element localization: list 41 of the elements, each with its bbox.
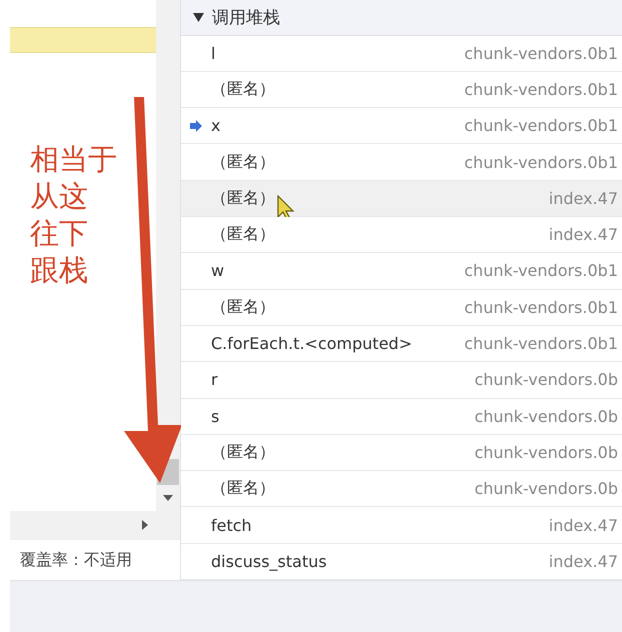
frame-name: （匿名） [211,224,275,246]
frame-name: （匿名） [211,78,275,100]
frame-name: （匿名） [211,188,275,209]
frame-location[interactable]: chunk-vendors.0b [464,442,622,462]
frame-location[interactable]: chunk-vendors.0b1 [454,334,622,354]
frame-name: s [211,406,220,426]
frame-name: l [211,44,216,63]
stack-frame[interactable]: discuss_status index.47 [181,544,622,580]
frame-location[interactable]: chunk-vendors.0b1 [454,44,622,63]
stack-frame[interactable]: s chunk-vendors.0b [181,398,622,435]
scroll-right-icon[interactable] [142,520,148,530]
stack-frame[interactable]: （匿名） index.47 [181,217,622,254]
frame-name: r [211,370,218,390]
frame-name: w [211,261,224,280]
expand-icon [193,12,204,22]
frame-name: discuss_status [211,552,327,571]
frame-location[interactable]: chunk-vendors.0b [464,370,622,390]
frame-name: （匿名） [211,478,275,500]
frame-name: （匿名） [211,296,275,318]
frame-location[interactable]: chunk-vendors.0b1 [454,298,622,317]
frame-location[interactable]: chunk-vendors.0b1 [454,261,622,280]
frame-location[interactable]: chunk-vendors.0b1 [454,152,622,172]
vertical-scrollbar[interactable] [156,0,180,511]
frame-location[interactable]: chunk-vendors.0b1 [454,116,622,136]
frame-location[interactable]: chunk-vendors.0b [464,479,622,498]
call-stack-header[interactable]: 调用堆栈 [181,0,622,36]
annotation-text: 相当于 从这 往下 跟栈 [30,141,118,289]
stack-frame[interactable]: （匿名） chunk-vendors.0b1 [181,290,622,326]
frame-name: （匿名） [211,152,275,173]
horizontal-scrollbar[interactable] [10,511,180,539]
scroll-down-icon[interactable] [163,495,173,501]
frame-name: x [211,116,220,136]
frame-location[interactable]: index.47 [538,552,622,571]
frame-location[interactable]: chunk-vendors.0b [464,406,622,426]
stack-frame[interactable]: （匿名） index.47 [181,180,622,218]
frame-location[interactable]: chunk-vendors.0b1 [454,80,622,99]
frame-name: （匿名） [211,442,275,463]
frame-name: fetch [211,516,252,535]
frame-location[interactable]: index.47 [538,225,622,244]
frame-location[interactable]: index.47 [538,516,622,535]
frame-name: C.forEach.t.<computed> [211,334,412,354]
